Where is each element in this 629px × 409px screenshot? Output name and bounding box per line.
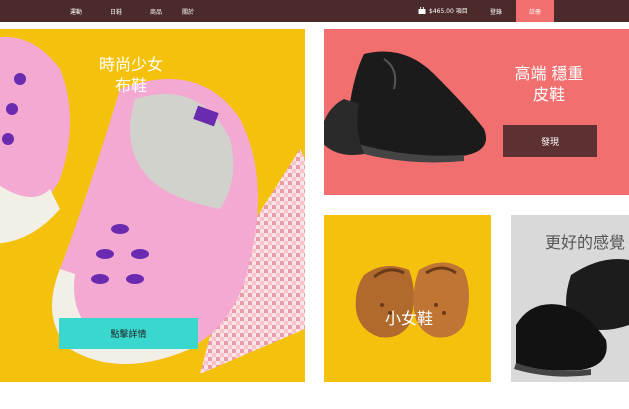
- cart-button[interactable]: $465.00 項目: [418, 6, 468, 15]
- kids-details-button[interactable]: 點擊詳情: [59, 318, 198, 349]
- leather-promo-title: 高端 穩重 皮鞋: [514, 64, 584, 104]
- girls-promo-title: 小女鞋: [384, 309, 433, 328]
- top-nav-bar: 運動 日鞋 商品 關於 $465.00 項目 登錄 註冊: [0, 0, 629, 22]
- better-promo-title: 更好的感覺: [545, 233, 626, 252]
- nav-item-daily-shoes[interactable]: 日鞋: [110, 7, 122, 16]
- cart-total: $465.00 項目: [429, 8, 468, 15]
- kids-promo-title: 時尚少女 布鞋: [98, 55, 163, 95]
- brown-girls-shoes-image: [355, 262, 469, 338]
- login-link[interactable]: 登錄: [490, 7, 502, 16]
- signup-button[interactable]: 註冊: [516, 0, 554, 22]
- kids-details-label: 點擊詳情: [110, 330, 147, 340]
- nav-item-products[interactable]: 商品: [150, 7, 162, 16]
- nav-item-about[interactable]: 關於: [182, 7, 194, 16]
- promo-kids-canvas-shoes[interactable]: 時尚少女 布鞋 點擊詳情: [0, 29, 305, 382]
- promo-leather-shoes[interactable]: 高端 穩重 皮鞋 發現: [324, 29, 629, 195]
- promo-girls-shoes[interactable]: 小女鞋: [324, 215, 491, 382]
- signup-label: 註冊: [528, 8, 541, 16]
- leather-discover-button[interactable]: 發現: [503, 125, 597, 157]
- nav-item-sports[interactable]: 運動: [70, 7, 82, 16]
- black-leather-shoes-image: [324, 51, 486, 163]
- shopping-bag-icon: [418, 7, 426, 14]
- leather-discover-label: 發現: [540, 137, 559, 148]
- promo-better-feeling[interactable]: 更好的感覺: [511, 215, 629, 382]
